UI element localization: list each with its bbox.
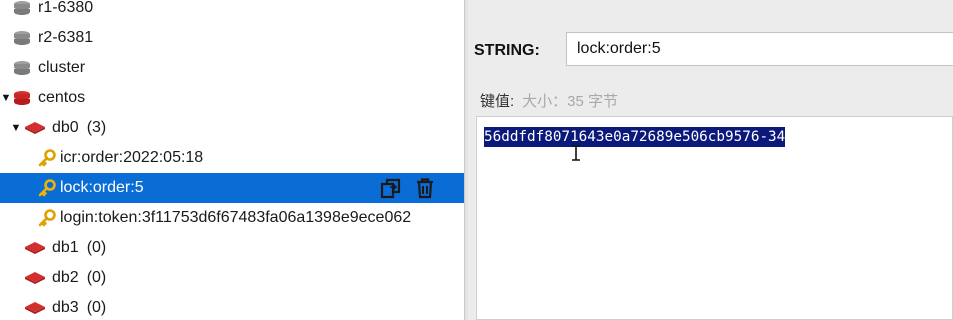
key-label: login:token:3f11753d6f67483fa06a1398e9ec… — [60, 209, 412, 226]
key-label: lock:order:5 — [60, 179, 144, 196]
tree-key-login-token[interactable]: login:token:3f11753d6f67483fa06a1398e9ec… — [0, 203, 464, 233]
tree-item-db3[interactable]: db3 (0) — [0, 293, 464, 320]
key-name-field[interactable]: lock:order:5 — [566, 32, 953, 66]
key-type-label: STRING: — [474, 42, 540, 59]
server-stack-icon — [12, 58, 32, 78]
value-text-selected: 56ddfdf8071643e0a72689e506cb9576-34 — [484, 127, 786, 147]
tree-item-label: cluster — [38, 59, 86, 76]
expand-arrow-icon[interactable]: ▼ — [10, 122, 22, 134]
tree-key-lock-order[interactable]: lock:order:5 — [0, 173, 464, 203]
database-icon — [24, 271, 46, 285]
key-icon — [38, 179, 56, 197]
tree-item-label: r2-6381 — [38, 29, 94, 46]
row-actions — [380, 177, 436, 199]
expand-arrow-icon[interactable]: ▼ — [0, 92, 12, 104]
key-label: icr:order:2022:05:18 — [60, 149, 204, 166]
tree-item-label: centos — [38, 89, 86, 106]
tree-item-db1[interactable]: db1 (0) — [0, 233, 464, 263]
key-detail-panel: STRING: lock:order:5 键值: 大小：35 字节 56ddfdf… — [468, 0, 953, 320]
db-label: db1 — [52, 239, 79, 256]
server-stack-icon — [12, 28, 32, 48]
text-cursor-icon — [571, 145, 581, 161]
server-stack-icon — [12, 88, 32, 108]
tree-item-cluster[interactable]: cluster — [0, 53, 464, 83]
value-label: 键值: — [480, 93, 515, 110]
db-key-count: (0) — [86, 269, 107, 286]
tree-item-centos[interactable]: ▼ centos — [0, 83, 464, 113]
tree-item-db2[interactable]: db2 (0) — [0, 263, 464, 293]
key-name-text: lock:order:5 — [577, 40, 661, 57]
value-editor[interactable]: 56ddfdf8071643e0a72689e506cb9576-34 — [476, 116, 953, 320]
tree-item-r2-6381[interactable]: r2-6381 — [0, 23, 464, 53]
tree-item-db0[interactable]: ▼ db0 (3) — [0, 113, 464, 143]
database-icon — [24, 241, 46, 255]
tree-item-r1-6380[interactable]: r1-6380 — [0, 0, 464, 23]
server-stack-icon — [12, 0, 32, 18]
database-icon — [24, 121, 46, 135]
key-icon — [38, 149, 56, 167]
copy-icon[interactable] — [380, 177, 402, 199]
tree-key-icr-order[interactable]: icr:order:2022:05:18 — [0, 143, 464, 173]
connection-tree: r1-6380 r2-6381 cluster ▼ centos ▼ db0 (… — [0, 0, 464, 320]
database-icon — [24, 301, 46, 315]
db-label: db2 — [52, 269, 79, 286]
value-size: 大小：35 字节 — [522, 93, 619, 110]
db-label: db3 — [52, 299, 79, 316]
tree-item-label: r1-6380 — [38, 0, 94, 16]
db-label: db0 — [52, 119, 79, 136]
db-key-count: (3) — [86, 119, 107, 136]
db-key-count: (0) — [86, 299, 107, 316]
trash-icon[interactable] — [414, 177, 436, 199]
value-caption: 键值: 大小：35 字节 — [480, 90, 618, 111]
db-key-count: (0) — [86, 239, 107, 256]
key-icon — [38, 209, 56, 227]
